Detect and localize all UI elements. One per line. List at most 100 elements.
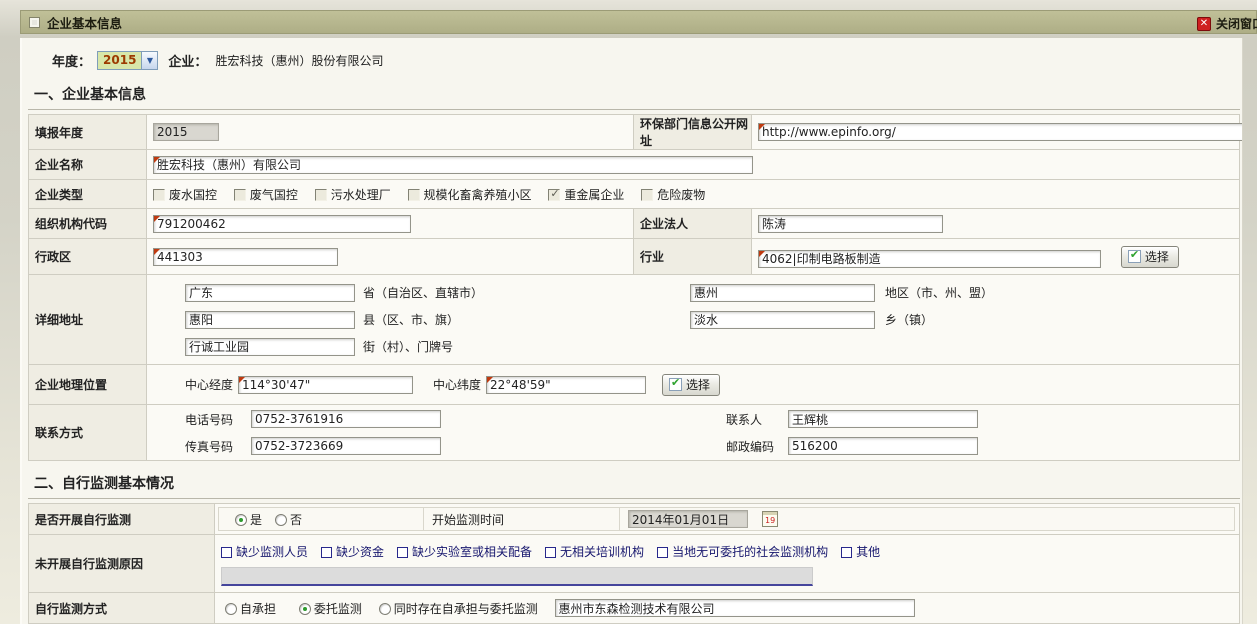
calendar-icon[interactable] bbox=[762, 511, 778, 527]
industry-select-button[interactable]: 选择 bbox=[1121, 246, 1179, 268]
basic-info-table: 填报年度 环保部门信息公开网址 企业名称 企业类型 废水国控 废 bbox=[28, 114, 1240, 461]
org-code-cell bbox=[147, 209, 634, 239]
phone-label: 电话号码 bbox=[185, 411, 247, 428]
contact-person-input[interactable] bbox=[788, 410, 978, 428]
address-province-input[interactable] bbox=[185, 284, 355, 302]
window-icon bbox=[29, 17, 40, 28]
zip-code-label: 邮政编码 bbox=[726, 438, 784, 455]
checkbox-icon bbox=[841, 547, 852, 558]
chevron-down-icon: ▼ bbox=[141, 52, 157, 69]
geo-location-label: 企业地理位置 bbox=[29, 365, 147, 405]
epinfo-url-input[interactable] bbox=[758, 123, 1243, 141]
section2-title: 二、自行监测基本情况 bbox=[28, 469, 1240, 499]
address-street-input[interactable] bbox=[185, 338, 355, 356]
checkbox-other[interactable]: 其他 bbox=[841, 543, 880, 560]
company-name-text: 胜宏科技（惠州）股份有限公司 bbox=[215, 52, 383, 69]
epinfo-url-label: 环保部门信息公开网址 bbox=[634, 115, 752, 150]
phone-input[interactable] bbox=[251, 410, 441, 428]
table-row: 是否开展自行监测 是 否 开始监测时间 bbox=[29, 504, 1240, 535]
year-select[interactable]: 2015 ▼ bbox=[97, 51, 158, 70]
checkbox-icon bbox=[641, 189, 653, 201]
radio-entrusted[interactable]: 委托监测 bbox=[293, 602, 362, 616]
checkbox-livestock[interactable]: 规模化畜禽养殖小区 bbox=[408, 188, 532, 202]
checkbox-no-local-agency[interactable]: 当地无可委托的社会监测机构 bbox=[657, 543, 828, 560]
table-row: 详细地址 省（自治区、直辖市） 地区（市、州、盟） 县（区、市、旗） 乡（镇） bbox=[29, 275, 1240, 365]
longitude-label: 中心经度 bbox=[185, 376, 233, 393]
checkbox-no-training[interactable]: 无相关培训机构 bbox=[545, 543, 644, 560]
checkbox-hazardous-waste[interactable]: 危险废物 bbox=[641, 188, 705, 202]
company-name-input[interactable] bbox=[153, 156, 753, 174]
contact-label: 联系方式 bbox=[29, 405, 147, 461]
checkbox-icon bbox=[321, 547, 332, 558]
close-window-label: 关闭窗口 bbox=[1216, 15, 1257, 32]
start-time-input[interactable] bbox=[628, 510, 748, 528]
contact-cell: 电话号码 联系人 传真号码 邮政编码 bbox=[147, 405, 1240, 461]
industry-input[interactable] bbox=[758, 250, 1101, 268]
screen: 企业基本信息 ✕ 关闭窗口 年度： 2015 ▼ 企业： 胜宏科技（惠州）股份有… bbox=[0, 0, 1257, 624]
table-row: 未开展自行监测原因 缺少监测人员 缺少资金 缺少实验室或相关配备 无相关培训机构… bbox=[29, 535, 1240, 593]
geo-select-button[interactable]: 选择 bbox=[662, 374, 720, 396]
radio-no[interactable]: 否 bbox=[275, 511, 302, 528]
org-code-input[interactable] bbox=[153, 215, 411, 233]
table-row: 自行监测方式 自承担 委托监测 同时存在自承担与委托监测 bbox=[29, 593, 1240, 624]
checkbox-wastegas[interactable]: 废气国控 bbox=[234, 188, 298, 202]
address-county-input[interactable] bbox=[185, 311, 355, 329]
checkbox-wastewater[interactable]: 废水国控 bbox=[153, 188, 217, 202]
fax-input[interactable] bbox=[251, 437, 441, 455]
admin-region-cell bbox=[147, 239, 634, 275]
contact-person-label: 联系人 bbox=[726, 411, 784, 428]
entrusted-org-input[interactable] bbox=[555, 599, 915, 617]
latitude-label: 中心纬度 bbox=[433, 376, 481, 393]
year-label: 年度： bbox=[52, 51, 91, 70]
report-year-input[interactable] bbox=[153, 123, 219, 141]
radio-yes[interactable]: 是 bbox=[229, 511, 262, 528]
street-label: 街（村）、门牌号 bbox=[363, 338, 690, 355]
zip-code-input[interactable] bbox=[788, 437, 978, 455]
radio-selected-icon bbox=[235, 514, 247, 526]
legal-person-input[interactable] bbox=[758, 215, 943, 233]
checkbox-heavy-metal[interactable]: 重金属企业 bbox=[548, 188, 624, 202]
checkbox-no-lab[interactable]: 缺少实验室或相关配备 bbox=[397, 543, 532, 560]
checkbox-checked-icon bbox=[548, 189, 560, 201]
checkbox-sewage-plant[interactable]: 污水处理厂 bbox=[315, 188, 391, 202]
window-titlebar: 企业基本信息 ✕ 关闭窗口 bbox=[20, 10, 1257, 34]
company-name-label: 企业名称 bbox=[29, 150, 147, 180]
radio-self-undertake[interactable]: 自承担 bbox=[225, 602, 276, 616]
address-cell: 省（自治区、直辖市） 地区（市、州、盟） 县（区、市、旗） 乡（镇） 街（村）、… bbox=[147, 275, 1240, 365]
checkbox-icon bbox=[408, 189, 420, 201]
city-label: 地区（市、州、盟） bbox=[885, 284, 993, 301]
industry-label: 行业 bbox=[634, 239, 752, 275]
self-monitoring-cell: 是 否 开始监测时间 bbox=[215, 504, 1240, 535]
legal-person-cell bbox=[752, 209, 1240, 239]
company-name-cell bbox=[147, 150, 1240, 180]
latitude-input[interactable] bbox=[486, 376, 646, 394]
checkbox-no-funds[interactable]: 缺少资金 bbox=[321, 543, 384, 560]
radio-icon bbox=[379, 603, 391, 615]
table-row: 企业地理位置 中心经度 中心纬度 选择 bbox=[29, 365, 1240, 405]
page-title: 企业基本信息 bbox=[47, 13, 122, 32]
legal-person-label: 企业法人 bbox=[634, 209, 752, 239]
table-row: 企业类型 废水国控 废气国控 污水处理厂 规模化畜禽养殖小区 重金属企业 危险废… bbox=[29, 180, 1240, 209]
checkbox-no-staff[interactable]: 缺少监测人员 bbox=[221, 543, 308, 560]
other-reason-input[interactable] bbox=[221, 567, 813, 586]
self-monitoring-label: 是否开展自行监测 bbox=[29, 504, 215, 535]
monitoring-mode-label: 自行监测方式 bbox=[29, 593, 215, 624]
address-town-input[interactable] bbox=[690, 311, 875, 329]
admin-region-label: 行政区 bbox=[29, 239, 147, 275]
checkbox-icon bbox=[234, 189, 246, 201]
admin-region-input[interactable] bbox=[153, 248, 338, 266]
form-panel: 年度： 2015 ▼ 企业： 胜宏科技（惠州）股份有限公司 一、企业基本信息 填… bbox=[20, 38, 1243, 624]
longitude-input[interactable] bbox=[238, 376, 413, 394]
company-label: 企业： bbox=[168, 51, 207, 70]
checkbox-icon bbox=[221, 547, 232, 558]
radio-both[interactable]: 同时存在自承担与委托监测 bbox=[379, 602, 538, 616]
close-icon: ✕ bbox=[1197, 17, 1211, 31]
check-icon bbox=[1128, 250, 1141, 263]
org-code-label: 组织机构代码 bbox=[29, 209, 147, 239]
self-monitoring-table: 是否开展自行监测 是 否 开始监测时间 bbox=[28, 503, 1240, 624]
address-city-input[interactable] bbox=[690, 284, 875, 302]
close-window-button[interactable]: ✕ 关闭窗口 bbox=[1197, 15, 1257, 32]
report-year-label: 填报年度 bbox=[29, 115, 147, 150]
town-label: 乡（镇） bbox=[885, 311, 933, 328]
county-label: 县（区、市、旗） bbox=[363, 311, 690, 328]
